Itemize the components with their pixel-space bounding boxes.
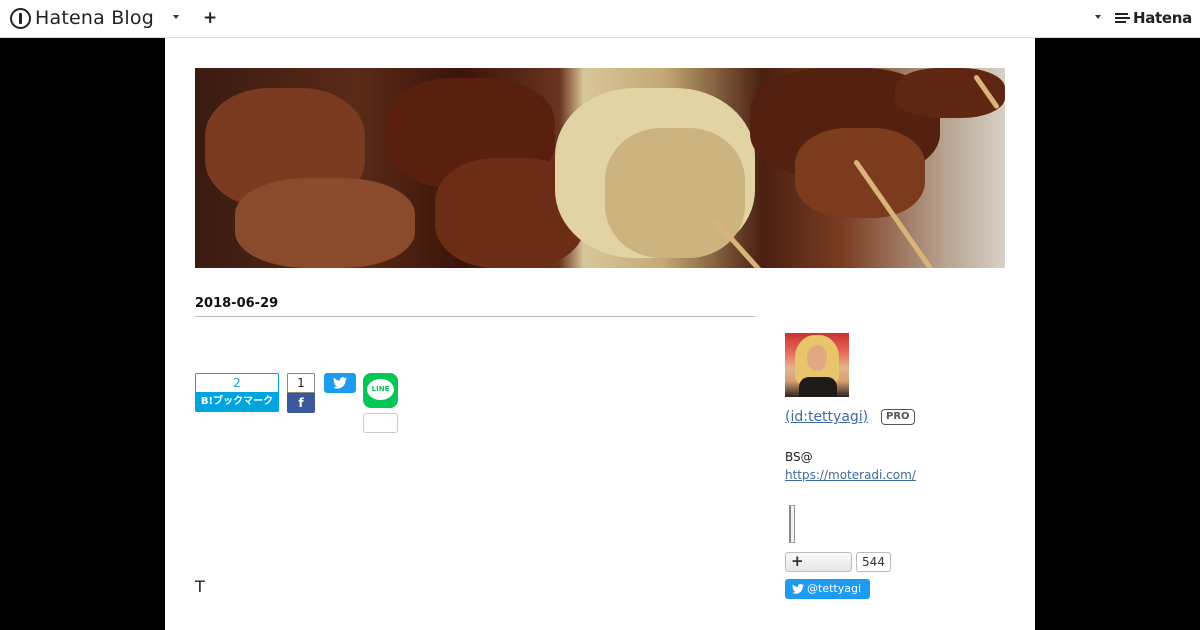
twitter-handle: @tettyagi	[807, 582, 861, 595]
hatena-bookmark-count[interactable]: 2	[195, 373, 279, 392]
facebook-icon: f	[298, 396, 304, 410]
hatena-bookmark-button[interactable]: B!ブックマーク	[195, 392, 279, 412]
twitter-follow-button[interactable]: @tettyagi	[785, 579, 870, 599]
add-post-button[interactable]: +	[203, 8, 217, 28]
hatena-logo[interactable]: Hatena	[1114, 9, 1192, 27]
blog-header-image[interactable]	[195, 68, 1005, 268]
profile-user-link[interactable]: (id:tettyagi)	[785, 409, 868, 425]
hatena-blog-logo[interactable]: Hatena Blog	[10, 6, 154, 30]
profile-description: BS@	[785, 450, 813, 464]
brand-title: Hatena Blog	[35, 7, 154, 29]
article-body-text: T	[195, 577, 205, 596]
plus-icon: +	[791, 552, 804, 570]
follow-blog-button[interactable]: +	[785, 552, 852, 572]
profile-avatar[interactable]	[785, 333, 849, 397]
pro-badge: PRO	[881, 409, 915, 425]
blog-menu-chevron-down-icon[interactable]	[173, 15, 179, 19]
twitter-bird-icon	[333, 377, 347, 389]
reader-widget-placeholder	[789, 505, 795, 543]
facebook-share-button[interactable]: f	[287, 393, 315, 413]
twitter-bird-icon	[792, 584, 804, 594]
line-label: LINE	[371, 385, 390, 393]
follower-count[interactable]: 544	[856, 552, 891, 572]
line-share-button[interactable]: LINE	[363, 373, 398, 408]
article-date[interactable]: 2018-06-29	[195, 296, 278, 311]
twitter-share-button[interactable]	[324, 373, 356, 393]
hatena-label: Hatena	[1132, 9, 1192, 27]
hatena-mark-icon	[1114, 12, 1130, 24]
line-share-count	[363, 413, 398, 433]
profile-site-link[interactable]: https://moteradi.com/	[785, 468, 916, 482]
blog-main-panel: 2018-06-29 2 B!ブックマーク 1 f LINE T (id:tet…	[165, 38, 1035, 630]
top-bar: Hatena Blog + Hatena	[0, 0, 1200, 38]
date-divider	[195, 316, 755, 317]
hatena-blog-icon	[10, 7, 31, 29]
account-menu-chevron-down-icon[interactable]	[1095, 15, 1101, 19]
facebook-share-count[interactable]: 1	[287, 373, 315, 393]
